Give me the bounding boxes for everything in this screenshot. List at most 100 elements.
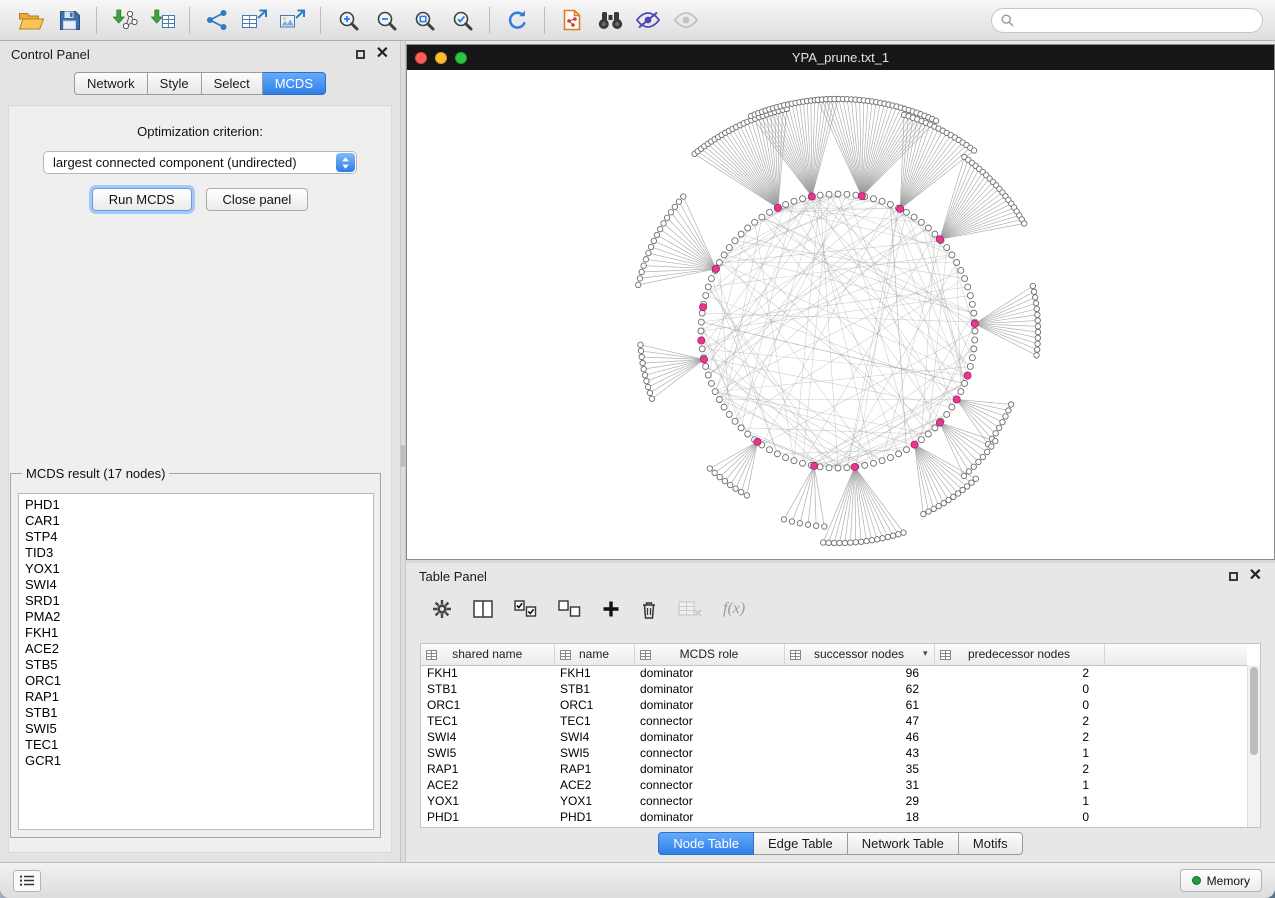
float-panel-icon[interactable] xyxy=(356,50,365,59)
column-menu-arrow-icon[interactable]: ▾ xyxy=(923,648,928,659)
toggle-columns-button[interactable] xyxy=(473,595,493,623)
float-table-panel-icon[interactable] xyxy=(1229,572,1238,581)
mcds-result-item[interactable]: FKH1 xyxy=(19,625,373,641)
tab-network-table[interactable]: Network Table xyxy=(848,832,959,855)
status-bar: Memory xyxy=(0,862,1275,898)
table-row[interactable]: TEC1TEC1connector472 xyxy=(421,713,1247,729)
mcds-result-item[interactable]: ACE2 xyxy=(19,641,373,657)
tab-style[interactable]: Style xyxy=(148,72,202,95)
zoom-out-button[interactable] xyxy=(367,4,405,36)
table-row[interactable]: PHD1PHD1dominator180 xyxy=(421,809,1247,825)
tab-motifs[interactable]: Motifs xyxy=(959,832,1023,855)
splitter-handle[interactable] xyxy=(401,445,405,467)
mcds-result-item[interactable]: STP4 xyxy=(19,529,373,545)
import-table-button[interactable] xyxy=(143,4,181,36)
tab-node-table[interactable]: Node Table xyxy=(658,832,754,855)
delete-column-button[interactable] xyxy=(641,595,657,623)
table-panel-title: Table Panel xyxy=(419,569,487,584)
close-panel-button[interactable]: Close panel xyxy=(206,188,309,211)
memory-status-icon xyxy=(1192,876,1201,885)
list-menu-icon xyxy=(20,875,34,886)
optimization-dropdown[interactable]: largest connected component (undirected) xyxy=(43,151,357,174)
mcds-result-item[interactable]: STB5 xyxy=(19,657,373,673)
table-row[interactable]: ACE2ACE2connector311 xyxy=(421,777,1247,793)
mcds-result-item[interactable]: SRD1 xyxy=(19,593,373,609)
mcds-result-item[interactable]: RAP1 xyxy=(19,689,373,705)
mcds-result-item[interactable]: PMA2 xyxy=(19,609,373,625)
node-table: shared namenameMCDS rolesuccessor nodes▾… xyxy=(420,643,1261,828)
export-table-button[interactable] xyxy=(236,4,274,36)
mcds-result-item[interactable]: TEC1 xyxy=(19,737,373,753)
table-row[interactable]: STB1STB1dominator620 xyxy=(421,681,1247,697)
close-panel-icon[interactable]: ✕ xyxy=(376,48,389,60)
mcds-result-list[interactable]: PHD1CAR1STP4TID3YOX1SWI4SRD1PMA2FKH1ACE2… xyxy=(18,493,374,830)
save-button[interactable] xyxy=(50,4,88,36)
minimize-window-button[interactable] xyxy=(435,52,447,64)
mcds-result-item[interactable]: YOX1 xyxy=(19,561,373,577)
tab-mcds[interactable]: MCDS xyxy=(263,72,326,95)
mcds-result-item[interactable]: CAR1 xyxy=(19,513,373,529)
tab-network[interactable]: Network xyxy=(74,72,148,95)
import-network-button[interactable] xyxy=(105,4,143,36)
table-scrollbar-thumb[interactable] xyxy=(1250,667,1258,755)
select-all-rows-button[interactable] xyxy=(514,595,537,623)
mcds-result-item[interactable]: PHD1 xyxy=(19,497,373,513)
table-row[interactable]: RAP1RAP1dominator352 xyxy=(421,761,1247,777)
table-cell-filler xyxy=(1104,665,1247,681)
table-row[interactable]: FKH1FKH1dominator962 xyxy=(421,665,1247,681)
search-box[interactable] xyxy=(991,8,1263,33)
mcds-result-item[interactable]: ORC1 xyxy=(19,673,373,689)
zoom-in-button[interactable] xyxy=(329,4,367,36)
table-row[interactable]: YOX1YOX1connector291 xyxy=(421,793,1247,809)
zoom-selected-button[interactable] xyxy=(443,4,481,36)
table-cell: 29 xyxy=(784,793,934,809)
column-header-successor-nodes[interactable]: successor nodes▾ xyxy=(784,644,934,665)
table-scrollbar[interactable] xyxy=(1247,665,1260,827)
zoom-fit-icon xyxy=(414,10,435,31)
table-tabs: Node TableEdge TableNetwork TableMotifs xyxy=(406,832,1275,855)
mcds-result-item[interactable]: GCR1 xyxy=(19,753,373,769)
mcds-result-item[interactable]: SWI5 xyxy=(19,721,373,737)
find-button[interactable] xyxy=(591,4,629,36)
network-canvas[interactable] xyxy=(407,70,1274,559)
column-header-predecessor-nodes[interactable]: predecessor nodes xyxy=(934,644,1104,665)
search-input[interactable] xyxy=(1020,13,1253,27)
column-header-MCDS-role[interactable]: MCDS role xyxy=(634,644,784,665)
table-row[interactable]: ORC1ORC1dominator610 xyxy=(421,697,1247,713)
close-table-panel-icon[interactable]: ✕ xyxy=(1249,570,1262,582)
open-file-button[interactable] xyxy=(12,4,50,36)
tab-select[interactable]: Select xyxy=(202,72,263,95)
mcds-result-item[interactable]: SWI4 xyxy=(19,577,373,593)
table-cell: 18 xyxy=(784,809,934,825)
table-cell-filler xyxy=(1104,809,1247,825)
table-row[interactable]: SWI4SWI4dominator462 xyxy=(421,729,1247,745)
table-cell: 2 xyxy=(934,761,1104,777)
table-cell-filler xyxy=(1104,761,1247,777)
table-settings-button[interactable] xyxy=(432,595,452,623)
zoom-fit-button[interactable] xyxy=(405,4,443,36)
panel-menu-button[interactable] xyxy=(13,870,41,892)
table-row[interactable]: SWI5SWI5connector431 xyxy=(421,745,1247,761)
table-cell: connector xyxy=(634,745,784,761)
table-settings-icon xyxy=(432,599,452,619)
export-image-button[interactable] xyxy=(274,4,312,36)
close-window-button[interactable] xyxy=(415,52,427,64)
refresh-button[interactable] xyxy=(498,4,536,36)
tab-edge-table[interactable]: Edge Table xyxy=(754,832,848,855)
memory-label: Memory xyxy=(1207,874,1250,888)
deselect-all-rows-button[interactable] xyxy=(558,595,581,623)
column-header-name[interactable]: name xyxy=(554,644,634,665)
run-mcds-button[interactable]: Run MCDS xyxy=(92,188,192,211)
add-column-button[interactable] xyxy=(602,595,620,623)
export-network-button[interactable] xyxy=(198,4,236,36)
network-titlebar[interactable]: YPA_prune.txt_1 xyxy=(407,45,1274,70)
mcds-result-item[interactable]: TID3 xyxy=(19,545,373,561)
column-header-filler xyxy=(1104,644,1247,665)
export-document-button[interactable] xyxy=(553,4,591,36)
column-header-shared-name[interactable]: shared name xyxy=(421,644,554,665)
hide-selected-button[interactable] xyxy=(629,4,667,36)
memory-button[interactable]: Memory xyxy=(1180,869,1262,892)
table-cell: SWI4 xyxy=(554,729,634,745)
zoom-window-button[interactable] xyxy=(455,52,467,64)
mcds-result-item[interactable]: STB1 xyxy=(19,705,373,721)
